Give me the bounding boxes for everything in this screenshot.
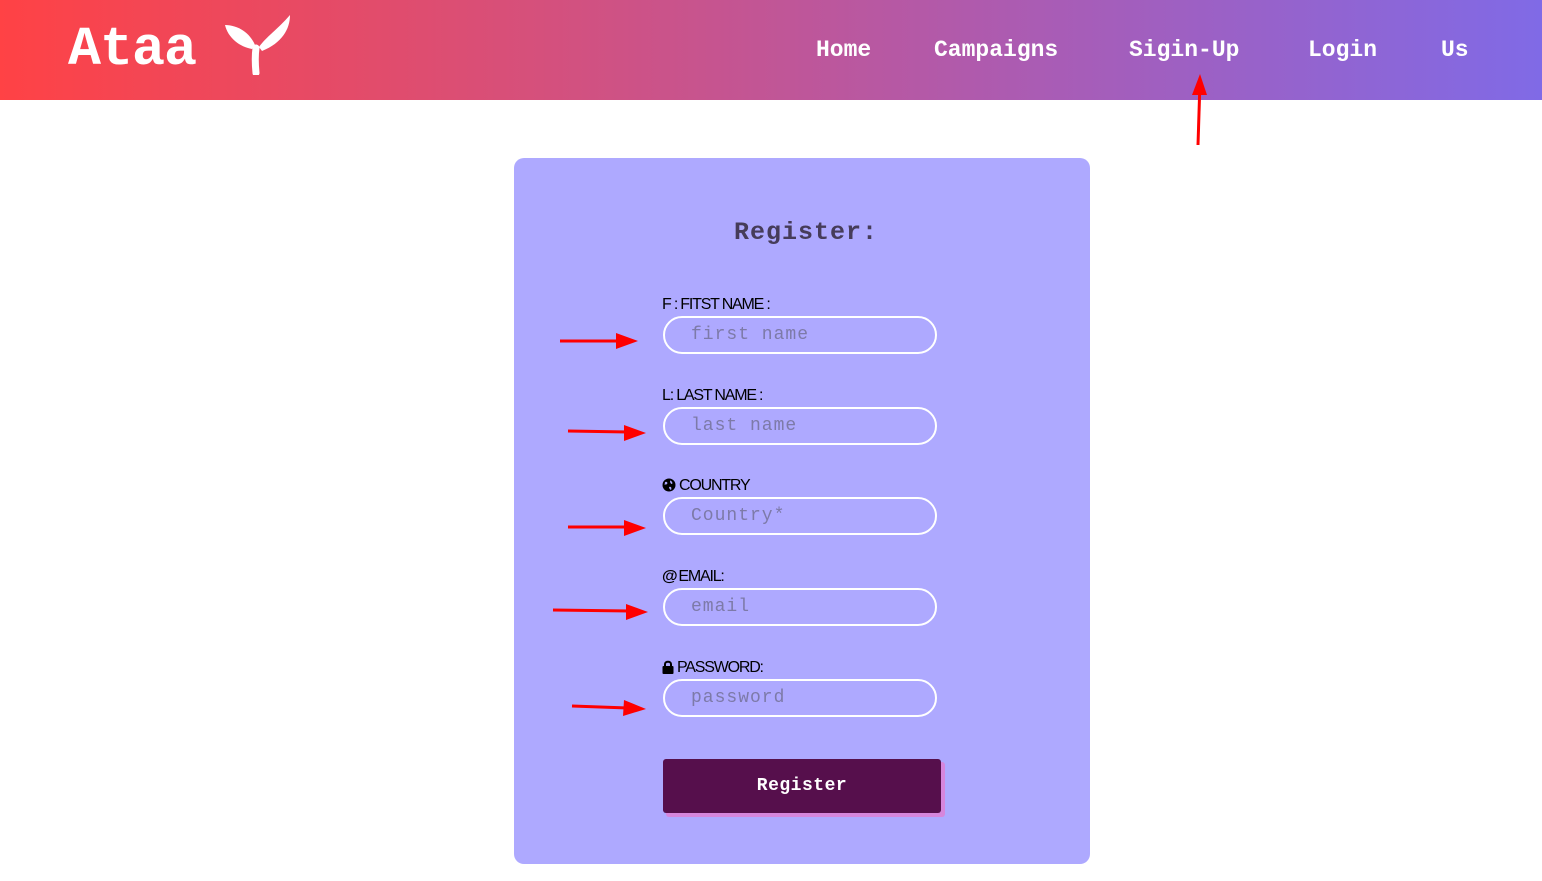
email-label-text: EMAIL: (678, 568, 724, 585)
password-label-text: PASSWORD: (677, 659, 764, 676)
register-button[interactable]: Register (663, 759, 941, 813)
nav-home-link[interactable]: Home (816, 33, 871, 67)
nav-login-link[interactable]: Login (1308, 33, 1377, 67)
first-name-label: F : FITST NAME : (662, 295, 771, 315)
password-input[interactable] (663, 679, 937, 717)
country-label: COUNTRY (662, 476, 751, 496)
first-name-input[interactable] (663, 316, 937, 354)
logo-text: Ataa (68, 18, 197, 81)
sprout-icon (225, 15, 290, 75)
top-navbar: Ataa Home Campaigns Sigin-Up Login Us (0, 0, 1542, 100)
first-name-label-text: F : FITST NAME : (662, 296, 771, 313)
register-form-card: Register: F : FITST NAME : L: LAST NAME … (514, 158, 1090, 864)
country-label-text: COUNTRY (679, 477, 751, 494)
password-label: PASSWORD: (662, 658, 764, 678)
nav-campaigns-link[interactable]: Campaigns (934, 33, 1058, 67)
form-title: Register: (733, 218, 879, 247)
email-input[interactable] (663, 588, 937, 626)
last-name-label: L: LAST NAME : (662, 386, 763, 406)
nav-signup-link[interactable]: Sigin-Up (1129, 33, 1239, 67)
email-label: @ EMAIL: (662, 567, 725, 587)
globe-icon (662, 478, 676, 492)
last-name-label-text: L: LAST NAME : (662, 387, 763, 404)
at-icon: @ (662, 568, 678, 585)
last-name-input[interactable] (663, 407, 937, 445)
country-input[interactable] (663, 497, 937, 535)
nav-us-link[interactable]: Us (1441, 33, 1469, 67)
lock-icon (662, 660, 674, 674)
